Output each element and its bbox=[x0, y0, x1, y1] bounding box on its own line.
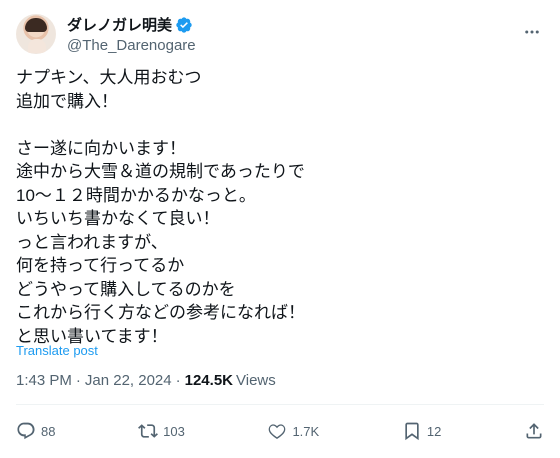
repost-button[interactable]: 103 bbox=[138, 421, 185, 441]
bookmark-count: 12 bbox=[426, 423, 442, 439]
reply-icon bbox=[17, 422, 35, 440]
bookmark-button[interactable]: 12 bbox=[402, 421, 441, 441]
repost-count: 103 bbox=[163, 423, 185, 439]
display-name[interactable]: ダレノガレ明美 bbox=[67, 14, 172, 35]
views-label: Views bbox=[236, 372, 276, 389]
user-handle[interactable]: @The_Darenogare bbox=[67, 37, 196, 54]
tweet-date[interactable]: Jan 22, 2024 bbox=[85, 372, 172, 389]
like-button[interactable]: 1.7K bbox=[267, 421, 319, 441]
heart-icon bbox=[269, 424, 286, 439]
meta-separator: · bbox=[75, 372, 81, 389]
reply-count: 88 bbox=[41, 423, 56, 439]
views-count: 124.5K bbox=[184, 372, 233, 389]
like-count: 1.7K bbox=[292, 423, 320, 439]
meta-separator-2: · bbox=[175, 372, 181, 389]
action-bar: 88 103 1.7K 12 bbox=[16, 419, 544, 443]
more-options-icon[interactable] bbox=[522, 22, 542, 42]
author-info: ダレノガレ明美 @The_Darenogare bbox=[67, 14, 196, 54]
divider bbox=[16, 404, 544, 405]
tweet-meta: 1:43 PM · Jan 22, 2024 · 124.5K Views bbox=[16, 372, 276, 389]
tweet-time[interactable]: 1:43 PM bbox=[16, 372, 72, 389]
translate-post-link[interactable]: Translate post bbox=[16, 343, 98, 358]
reply-button[interactable]: 88 bbox=[16, 421, 55, 441]
repost-icon bbox=[138, 424, 159, 438]
share-button[interactable] bbox=[524, 421, 544, 441]
tweet-card: ダレノガレ明美 @The_Darenogare ナプキン、大人用おむつ 追加で購… bbox=[0, 0, 560, 458]
name-row: ダレノガレ明美 bbox=[67, 14, 196, 35]
avatar[interactable] bbox=[16, 14, 56, 54]
tweet-header: ダレノガレ明美 @The_Darenogare bbox=[16, 12, 544, 56]
share-icon bbox=[526, 423, 542, 439]
tweet-text: ナプキン、大人用おむつ 追加で購入！ さー遂に向かいます！ 途中から大雪＆道の規… bbox=[16, 68, 305, 346]
bookmark-icon bbox=[405, 422, 419, 441]
verified-badge-icon bbox=[175, 16, 193, 34]
